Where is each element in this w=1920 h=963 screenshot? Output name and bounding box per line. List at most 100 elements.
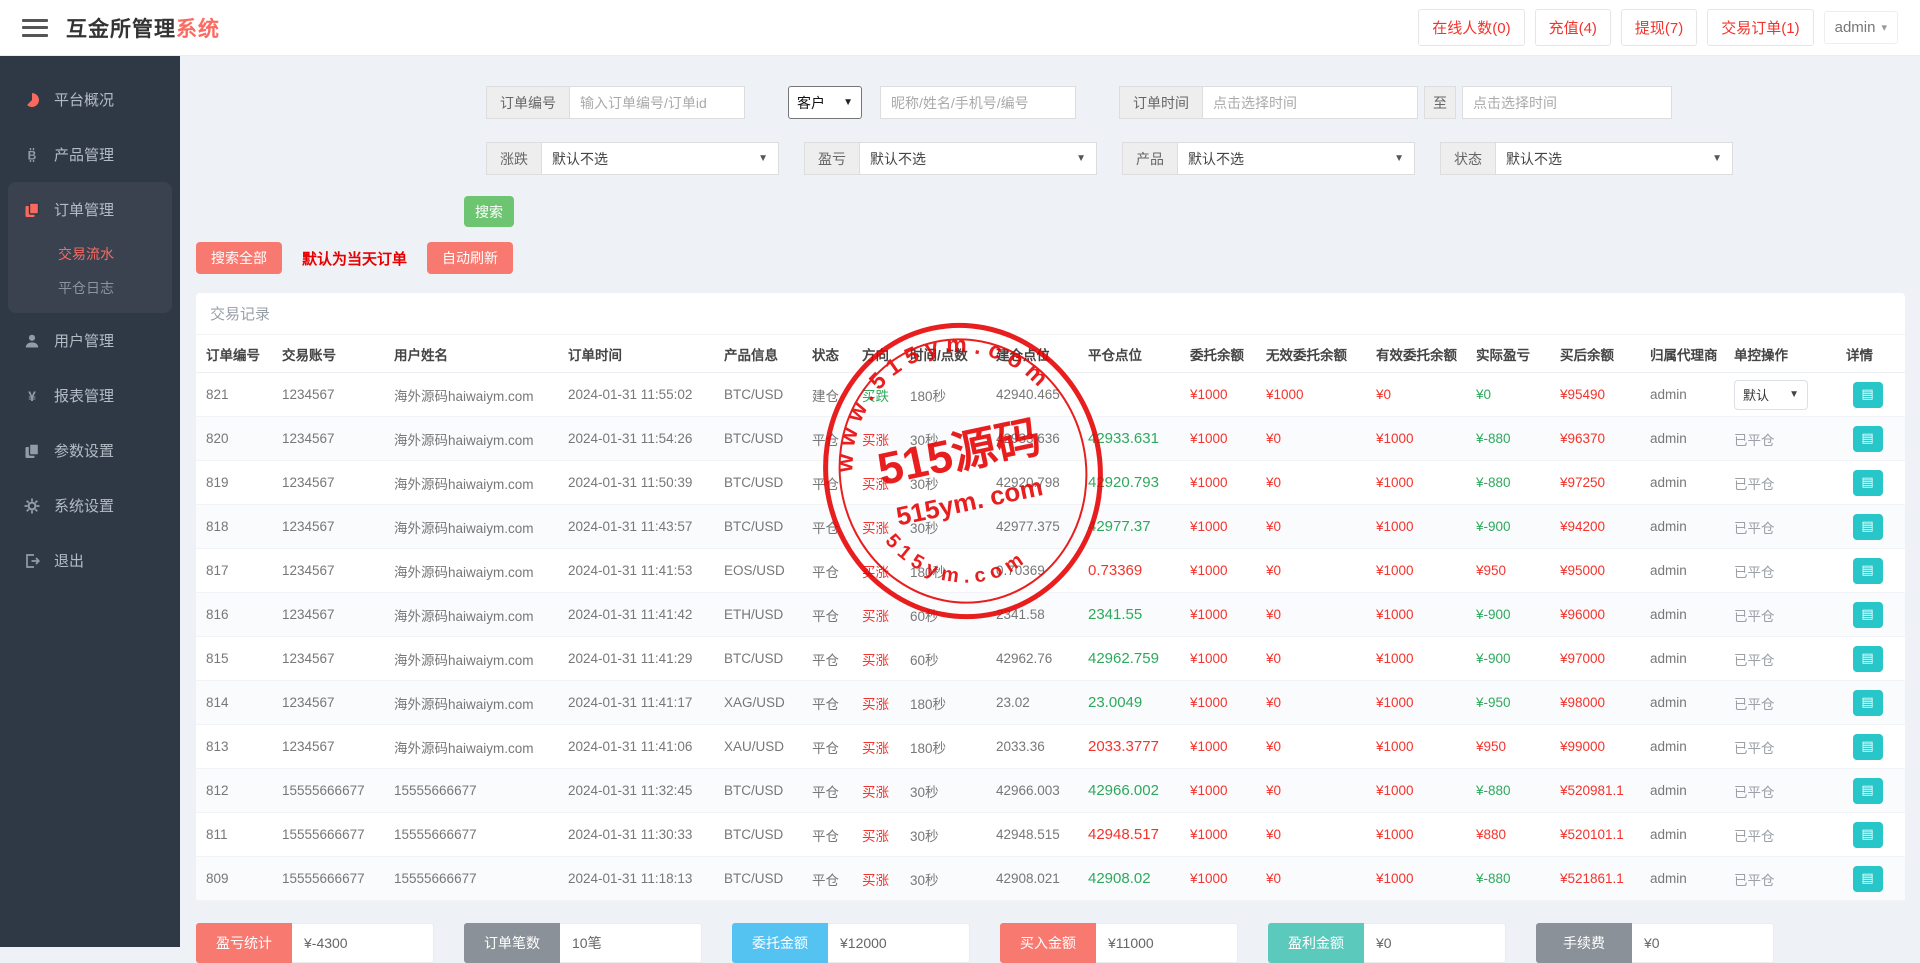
menu-toggle-icon[interactable] <box>22 19 48 37</box>
sidebar-item-user[interactable]: 用户管理 <box>0 313 180 368</box>
online-users-button[interactable]: 在线人数(0) <box>1418 9 1524 46</box>
cell-valid-entrust-balance: ¥1000 <box>1376 739 1476 754</box>
detail-button[interactable]: ▤ <box>1853 734 1883 760</box>
cell-username: 海外源码haiwaiym.com <box>394 517 568 537</box>
summary-chip: 买入金额 ¥11000 <box>1000 923 1238 963</box>
cell-entrust-balance: ¥1000 <box>1190 827 1266 842</box>
column-header: 买后余额 <box>1560 344 1650 364</box>
withdraw-button[interactable]: 提现(7) <box>1621 9 1697 46</box>
detail-button[interactable]: ▤ <box>1853 778 1883 804</box>
sidebar-item-dashboard[interactable]: 平台概况 <box>0 72 180 127</box>
cell-status: 建仓 <box>812 385 862 405</box>
summary-bar: 盈亏统计 ¥-4300 订单笔数 10笔 委托金额 ¥12000 买入金额 ¥1… <box>196 923 1905 963</box>
cell-direction: 买涨 <box>862 429 910 449</box>
detail-button[interactable]: ▤ <box>1853 426 1883 452</box>
cell-username: 15555666677 <box>394 827 568 842</box>
cell-invalid-entrust-balance: ¥0 <box>1266 607 1376 622</box>
sidebar-item-gear[interactable]: 系统设置 <box>0 478 180 533</box>
cell-invalid-entrust-balance: ¥0 <box>1266 651 1376 666</box>
cell-product: BTC/USD <box>724 475 812 490</box>
filter-select[interactable]: 默认不选▼ <box>541 142 779 175</box>
detail-button[interactable]: ▤ <box>1853 514 1883 540</box>
chevron-down-icon: ▼ <box>1789 389 1799 400</box>
sidebar: 平台概况 B 产品管理 订单管理 交易流水 平仓日志 用户管理 ¥ 报表管理 参… <box>0 56 180 947</box>
trade-orders-button[interactable]: 交易订单(1) <box>1707 9 1813 46</box>
table-header-row: 订单编号交易账号用户姓名订单时间产品信息状态方向时间/点数建仓点位平仓点位委托余… <box>196 335 1905 373</box>
summary-chip: 手续费 ¥0 <box>1536 923 1774 963</box>
control-select[interactable]: 默认▼ <box>1734 380 1808 410</box>
cell-product: BTC/USD <box>724 651 812 666</box>
filter-select[interactable]: 默认不选▼ <box>859 142 1097 175</box>
detail-button[interactable]: ▤ <box>1853 690 1883 716</box>
sidebar-item-logout[interactable]: 退出 <box>0 533 180 588</box>
cell-account: 15555666677 <box>282 783 394 798</box>
filter-select[interactable]: 默认不选▼ <box>1495 142 1733 175</box>
detail-button[interactable]: ▤ <box>1853 470 1883 496</box>
cell-valid-entrust-balance: ¥1000 <box>1376 827 1476 842</box>
list-icon: ▤ <box>1861 696 1873 709</box>
sidebar-item-orders[interactable]: 订单管理 <box>8 182 172 237</box>
detail-button[interactable]: ▤ <box>1853 382 1883 408</box>
cell-invalid-entrust-balance: ¥1000 <box>1266 387 1376 402</box>
cell-order-id: 818 <box>206 519 282 534</box>
cell-agent: admin <box>1650 695 1734 710</box>
detail-button[interactable]: ▤ <box>1853 558 1883 584</box>
sidebar-item-bitcoin[interactable]: B 产品管理 <box>0 127 180 182</box>
cell-agent: admin <box>1650 871 1734 886</box>
cell-account: 1234567 <box>282 651 394 666</box>
sidebar-subitem[interactable]: 平仓日志 <box>8 271 172 305</box>
detail-button[interactable]: ▤ <box>1853 822 1883 848</box>
auto-refresh-button[interactable]: 自动刷新 <box>427 242 513 274</box>
cell-order-time: 2024-01-31 11:55:02 <box>568 387 724 402</box>
list-icon: ▤ <box>1861 564 1873 577</box>
cell-invalid-entrust-balance: ¥0 <box>1266 519 1376 534</box>
cell-control: 已平仓 <box>1734 869 1846 889</box>
control-status-text: 已平仓 <box>1734 829 1775 844</box>
control-status-text: 已平仓 <box>1734 565 1775 580</box>
sidebar-subitem[interactable]: 交易流水 <box>8 237 172 271</box>
column-header: 平仓点位 <box>1088 344 1190 364</box>
cell-open-price: 23.02 <box>996 695 1088 710</box>
summary-chip-label: 买入金额 <box>1000 923 1096 963</box>
detail-button[interactable]: ▤ <box>1853 646 1883 672</box>
sidebar-item-yen[interactable]: ¥ 报表管理 <box>0 368 180 423</box>
admin-dropdown[interactable]: admin ▾ <box>1824 11 1898 44</box>
summary-chip: 委托金额 ¥12000 <box>732 923 970 963</box>
cell-order-id: 809 <box>206 871 282 886</box>
control-status-text: 已平仓 <box>1734 653 1775 668</box>
summary-chip-label: 手续费 <box>1536 923 1632 963</box>
time-from-input[interactable] <box>1202 86 1418 119</box>
recharge-button[interactable]: 充值(4) <box>1535 9 1611 46</box>
filter-select[interactable]: 默认不选▼ <box>1177 142 1415 175</box>
cell-valid-entrust-balance: ¥1000 <box>1376 431 1476 446</box>
orders-icon <box>22 202 42 218</box>
cell-order-id: 821 <box>206 387 282 402</box>
cell-order-id: 814 <box>206 695 282 710</box>
summary-chip-value: ¥-4300 <box>292 923 434 963</box>
detail-button[interactable]: ▤ <box>1853 602 1883 628</box>
customer-type-select[interactable]: 客户▼ <box>788 86 862 119</box>
column-header: 方向 <box>862 344 910 364</box>
cell-account: 15555666677 <box>282 827 394 842</box>
summary-chip: 订单笔数 10笔 <box>464 923 702 963</box>
time-to-input[interactable] <box>1462 86 1672 119</box>
cell-valid-entrust-balance: ¥0 <box>1376 387 1476 402</box>
customer-search-input[interactable] <box>880 86 1076 119</box>
cell-after-balance: ¥521861.1 <box>1560 871 1650 886</box>
list-icon: ▤ <box>1861 784 1873 797</box>
table-title: 交易记录 <box>196 293 1905 335</box>
summary-chip-label: 订单笔数 <box>464 923 560 963</box>
cell-invalid-entrust-balance: ¥0 <box>1266 695 1376 710</box>
cell-product: XAU/USD <box>724 739 812 754</box>
cell-actual-profit: ¥-880 <box>1476 431 1560 446</box>
cell-username: 海外源码haiwaiym.com <box>394 385 568 405</box>
search-button[interactable]: 搜索 <box>464 196 514 227</box>
order-no-input[interactable] <box>569 86 745 119</box>
column-header: 订单时间 <box>568 344 724 364</box>
cell-status: 平仓 <box>812 737 862 757</box>
sidebar-item-params[interactable]: 参数设置 <box>0 423 180 478</box>
app-title-main: 互金所管理 <box>66 18 176 41</box>
cell-duration: 30秒 <box>910 429 996 449</box>
search-all-button[interactable]: 搜索全部 <box>196 242 282 274</box>
detail-button[interactable]: ▤ <box>1853 866 1883 892</box>
